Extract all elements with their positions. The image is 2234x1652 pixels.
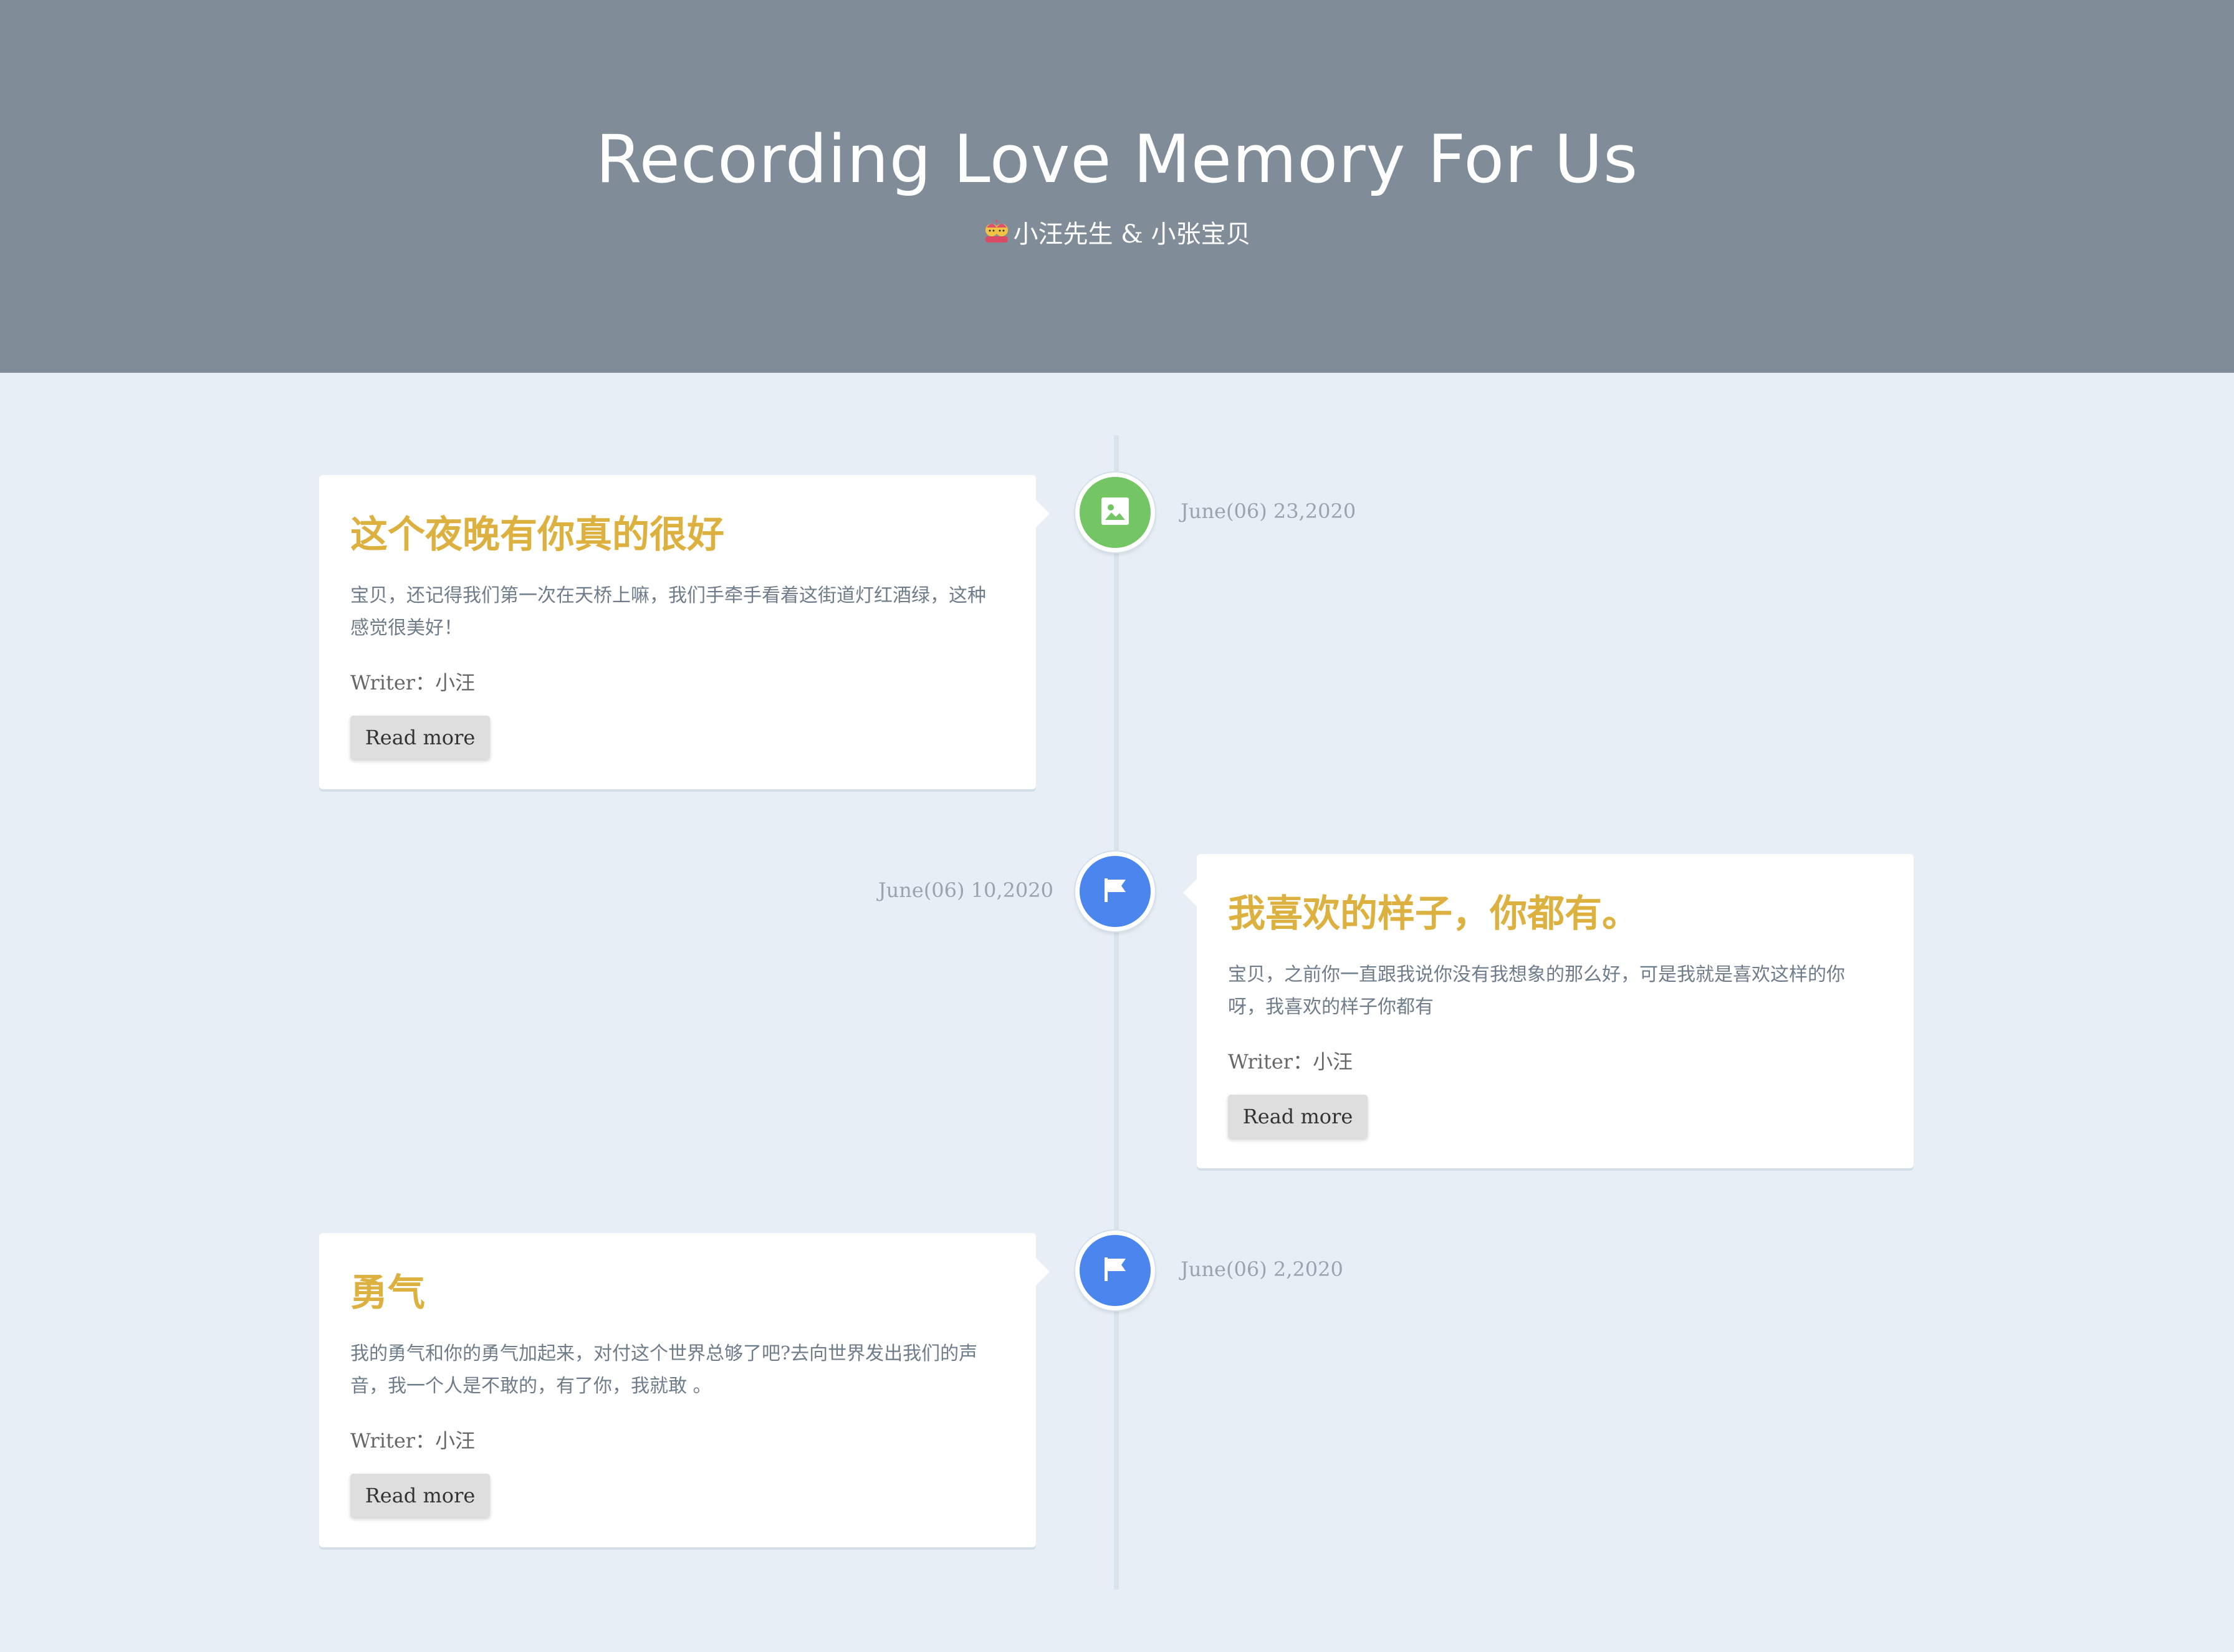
card-text: 我的勇气和你的勇气加起来，对付这个世界总够了吧?去向世界发出我们的声音，我一个人… bbox=[350, 1343, 978, 1397]
page-header: Recording Love Memory For Us 小汪先生 & 小张宝贝 bbox=[0, 0, 2234, 373]
subtitle-text: 小汪先生 & 小张宝贝 bbox=[1013, 220, 1251, 249]
entry-date: June(06) 23,2020 bbox=[1181, 499, 1356, 523]
read-more-button[interactable]: Read more bbox=[1228, 1095, 1368, 1138]
entry-date: June(06) 10,2020 bbox=[878, 878, 1053, 902]
timeline-node bbox=[1075, 473, 1155, 552]
timeline-card: 勇气 我的勇气和你的勇气加起来，对付这个世界总够了吧?去向世界发出我们的声音，我… bbox=[319, 1233, 1050, 1547]
card-text: 宝贝，之前你一直跟我说你没有我想象的那么好，可是我就是喜欢这样的你呀，我喜欢的样… bbox=[1228, 964, 1845, 1018]
image-icon bbox=[1100, 496, 1130, 529]
flag-icon bbox=[1101, 876, 1129, 907]
card-text: 宝贝，还记得我们第一次在天桥上嘛，我们手牵手看着这街道灯红酒绿，这种感觉很美好！ bbox=[350, 585, 986, 639]
page-title: Recording Love Memory For Us bbox=[595, 121, 1639, 198]
card-title: 勇气 bbox=[350, 1271, 425, 1315]
card-writer: Writer：小汪 bbox=[350, 671, 476, 694]
timeline-node bbox=[1075, 1231, 1155, 1310]
read-more-button[interactable]: Read more bbox=[350, 716, 490, 759]
flag-icon bbox=[1101, 1255, 1129, 1286]
page-subtitle: 小汪先生 & 小张宝贝 bbox=[0, 216, 2234, 256]
timeline-card: 我喜欢的样子，你都有。 宝贝，之前你一直跟我说你没有我想象的那么好，可是我就是喜… bbox=[1183, 854, 1914, 1168]
timeline-card: 这个夜晚有你真的很好 宝贝，还记得我们第一次在天桥上嘛，我们手牵手看着这街道灯红… bbox=[319, 475, 1050, 789]
timeline-node bbox=[1075, 852, 1155, 931]
couple-emoji-icon bbox=[983, 218, 1010, 256]
timeline-line bbox=[1114, 435, 1119, 1590]
card-title: 这个夜晚有你真的很好 bbox=[350, 513, 724, 557]
card-writer: Writer：小汪 bbox=[350, 1429, 476, 1453]
entry-date: June(06) 2,2020 bbox=[1181, 1257, 1343, 1281]
read-more-button[interactable]: Read more bbox=[350, 1474, 490, 1517]
card-writer: Writer：小汪 bbox=[1228, 1050, 1353, 1073]
card-title: 我喜欢的样子，你都有。 bbox=[1228, 892, 1639, 936]
